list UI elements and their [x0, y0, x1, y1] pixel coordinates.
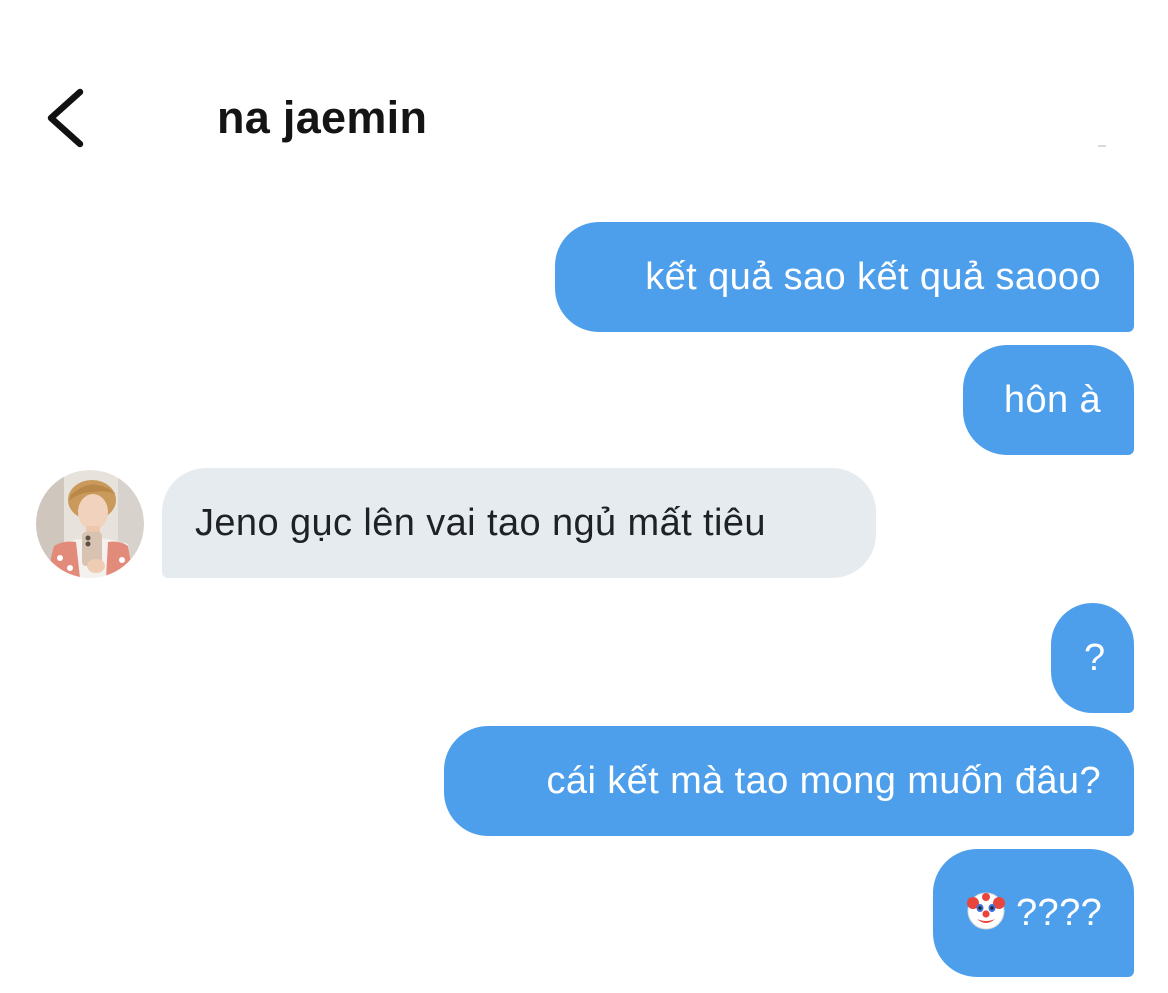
message-text: hôn à: [1003, 379, 1101, 421]
message-text: kết quả sao kết quả saooo: [645, 256, 1101, 298]
clown-face-icon: [966, 891, 1006, 941]
message-bubble-outgoing[interactable]: ????: [933, 849, 1134, 977]
message-bubble-outgoing[interactable]: kết quả sao kết quả saooo: [555, 222, 1134, 332]
avatar-photo: [36, 470, 144, 578]
message-bubble-outgoing[interactable]: cái kết mà tao mong muốn đâu?: [444, 726, 1134, 836]
message-bubble-outgoing[interactable]: ?: [1051, 603, 1134, 713]
message-thread: kết quả sao kết quả saooo hôn à Jeno gục…: [0, 0, 1168, 993]
message-text: ????: [1016, 892, 1103, 934]
message-text: ?: [1084, 637, 1106, 679]
message-bubble-incoming[interactable]: Jeno gục lên vai tao ngủ mất tiêu: [162, 468, 876, 578]
avatar[interactable]: [36, 470, 144, 578]
message-bubble-outgoing[interactable]: hôn à: [963, 345, 1134, 455]
message-text: Jeno gục lên vai tao ngủ mất tiêu: [195, 502, 766, 544]
message-text: cái kết mà tao mong muốn đâu?: [546, 760, 1101, 802]
